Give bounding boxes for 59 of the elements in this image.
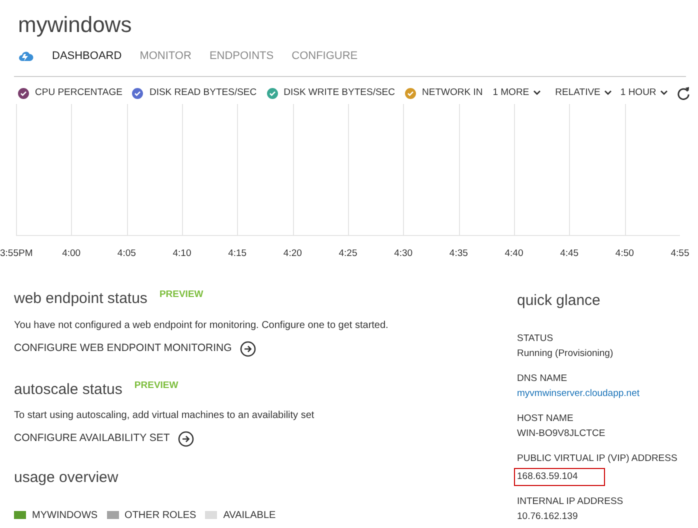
refresh-icon[interactable] [677,86,690,100]
section-title: quick glance [517,291,602,311]
axis-label: 4:10 [172,247,192,261]
nav-tab[interactable]: MONITOR [140,48,192,64]
configure-link[interactable]: CONFIGURE WEB ENDPOINT MONITORING [14,340,256,356]
metric-label: DISK READ BYTES/SEC [149,86,257,100]
section-title: usage overview [14,468,120,488]
axis-label: 4:55 [670,247,690,261]
dropdown[interactable]: 1 MORE [492,86,542,100]
axis-label: 4:00 [62,247,81,261]
caret-icon [660,90,668,96]
caret-icon [533,90,542,96]
axis-label: 4:15 [228,247,247,261]
axis-label: 4:50 [615,247,634,261]
configure-link[interactable]: CONFIGURE AVAILABILITY SET [14,431,194,447]
axis-label: 4:25 [338,247,358,261]
metric-label: DISK WRITE BYTES/SEC [284,86,396,100]
axis-label: 4:30 [394,247,413,261]
field-label: DNS NAME [517,372,568,384]
section-text: To start using autoscaling, add virtual machines to an availability set [14,409,316,423]
metric-label: NETWORK IN [422,86,483,100]
preview-label: PREVIEW [159,288,204,302]
field-value: 168.63.59.104 [514,468,605,486]
dropdown[interactable]: RELATIVE [555,86,612,100]
arrow-circle-icon [178,431,194,447]
cloud-icon [18,50,34,62]
legend-label: AVAILABLE [223,508,276,522]
axis-label: 4:05 [117,247,136,261]
field-label: PUBLIC VIRTUAL IP (VIP) ADDRESS [517,452,678,464]
metric-label: CPU PERCENTAGE [35,86,122,100]
metric-toggle[interactable]: DISK READ BYTES/SEC [132,86,257,100]
caret-icon [604,90,612,96]
metric-toggle[interactable]: DISK WRITE BYTES/SEC [266,86,396,100]
field-label: STATUS [517,332,554,344]
legend-label: OTHER ROLES [124,508,196,522]
section-title: web endpoint status [14,289,148,309]
nav-tab[interactable]: ENDPOINTS [209,48,274,64]
field-value: 10.76.162.139 [517,510,578,522]
field-label: HOST NAME [517,412,574,424]
dns-link[interactable]: myvmwinserver.cloudapp.net [517,388,640,400]
axis-label: 4:45 [560,247,579,261]
section-title: autoscale status [14,380,122,400]
metric-toggle[interactable]: NETWORK IN [405,86,483,100]
field-value: WIN-BO9V8JLCTCE [517,428,606,440]
arrow-circle-icon [240,340,256,356]
nav-tab[interactable]: DASHBOARD [52,48,122,64]
field-label: INTERNAL IP ADDRESS [517,496,624,508]
page-title: mywindows [18,11,132,39]
nav-tab[interactable]: CONFIGURE [292,48,358,64]
section-text: You have not configured a web endpoint for monitoring. Configure one to get started. [14,318,390,332]
axis-label: 4:35 [449,247,468,261]
axis-label: 4:40 [504,247,524,261]
field-value: Running (Provisioning) [517,348,614,360]
axis-label: 4:20 [283,247,302,261]
legend-label: MYWINDOWS [32,508,98,522]
metric-toggle[interactable]: CPU PERCENTAGE [18,86,122,100]
preview-label: PREVIEW [134,378,178,392]
axis-label: 3:55PM [0,247,33,261]
dropdown[interactable]: 1 HOUR [620,86,668,100]
